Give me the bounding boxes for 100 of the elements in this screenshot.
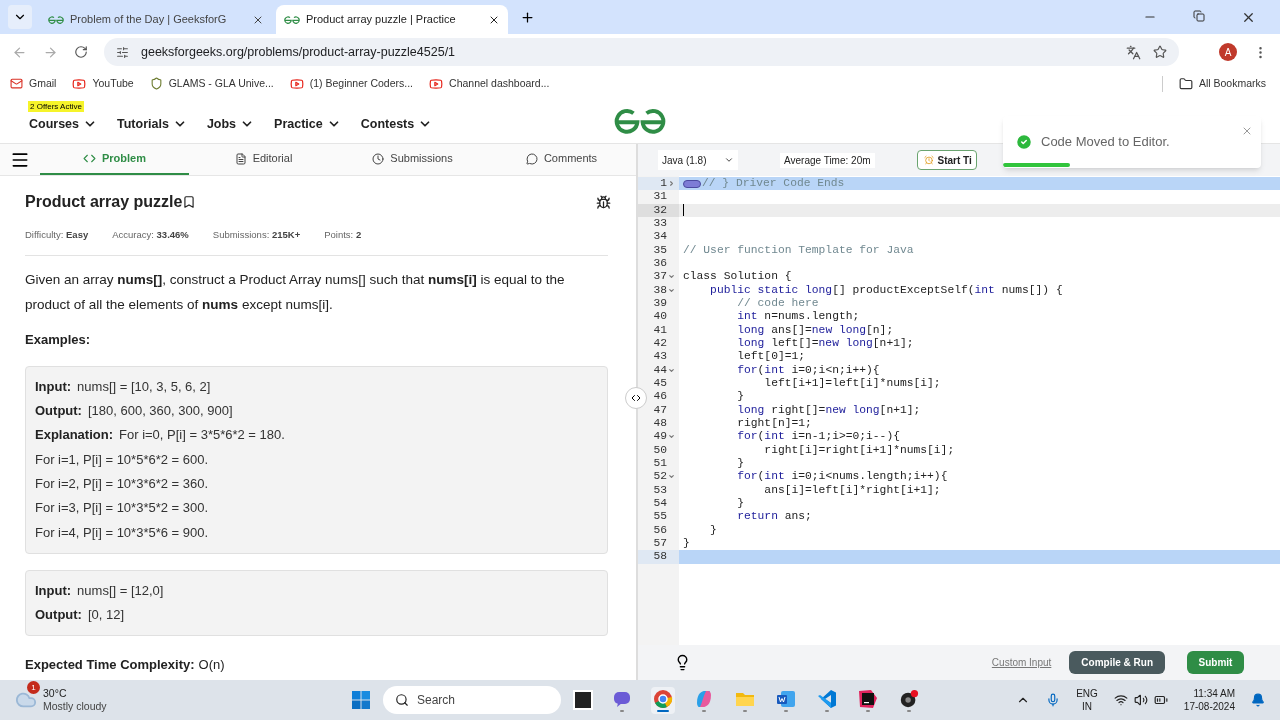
battery-icon[interactable]: [1153, 693, 1168, 707]
recorder-icon[interactable]: [899, 688, 919, 709]
wifi-icon[interactable]: [1113, 693, 1128, 707]
app-indicator: [907, 709, 911, 712]
line-number: 42: [653, 336, 667, 351]
problem-tab[interactable]: Comments: [487, 144, 636, 175]
notification-bell-icon[interactable]: [1251, 693, 1265, 707]
bookmark-icon[interactable]: [182, 195, 197, 209]
problem-tab[interactable]: Editorial: [189, 144, 338, 175]
offers-badge[interactable]: 2 Offers Active: [28, 101, 84, 112]
document-app-icon[interactable]: [776, 688, 796, 709]
problem-stat: Submissions: 215K+: [212, 228, 301, 242]
nav-menu[interactable]: Tutorials: [117, 114, 187, 134]
line-number: 55: [653, 510, 667, 524]
example-value: For i=2, P[i] = 10*3*6*2 = 360.: [35, 474, 209, 493]
reload-icon[interactable]: [74, 45, 88, 59]
example-label: Explanation:: [35, 426, 113, 445]
problem-stat: Accuracy: 33.46%: [112, 228, 189, 242]
site-logo-icon: [284, 13, 300, 26]
restore-icon[interactable]: [1193, 9, 1205, 22]
line-number: 35: [653, 243, 667, 257]
nav-menu[interactable]: Contests: [360, 114, 433, 134]
example-value: nums[] = [12,0]: [77, 581, 164, 600]
start-timer-button[interactable]: Start Ti: [916, 150, 977, 170]
bookmark-star-icon[interactable]: [1153, 45, 1167, 59]
fold-caret-icon[interactable]: [668, 366, 675, 374]
crest-icon: [149, 77, 163, 90]
nav-menu[interactable]: Courses: [29, 114, 98, 134]
code-icon: [83, 152, 96, 165]
line-number: 32: [653, 203, 667, 217]
line-number: 56: [653, 523, 667, 537]
browser-icon[interactable]: [653, 688, 673, 709]
code-text: class Solution {: [683, 270, 792, 284]
example-value: [0, 12]: [87, 606, 125, 625]
line-number: 38: [653, 283, 667, 297]
ide-icon[interactable]: [858, 688, 878, 709]
problem-tab[interactable]: Submissions: [338, 144, 487, 175]
bookmark-item[interactable]: Channel dashboard...: [429, 75, 550, 92]
chat-icon: [525, 152, 538, 165]
alarm-icon: [923, 155, 934, 165]
address-field[interactable]: geeksforgeeks.org/problems/product-array-puzzle4525/1: [104, 38, 1179, 66]
code-text: long left[]=new long[n+1];: [736, 336, 914, 351]
fold-caret-icon[interactable]: [668, 433, 675, 441]
language-select[interactable]: Java (1.8): [658, 150, 738, 170]
translate-icon[interactable]: [1126, 44, 1141, 60]
clock-icon: [372, 152, 385, 165]
bookmark-item[interactable]: (1) Beginner Coders...: [289, 75, 414, 92]
submit-button[interactable]: Submit: [1187, 651, 1244, 674]
fold-caret-icon[interactable]: [668, 473, 675, 481]
code-text: long right[]=new long[n+1];: [736, 403, 921, 417]
input-region[interactable]: IN: [1082, 700, 1092, 713]
app-indicator: [743, 709, 747, 712]
video-icon: [429, 76, 444, 91]
search-field[interactable]: Search: [383, 686, 561, 714]
search-icon: [395, 693, 409, 707]
video-icon: [72, 76, 87, 91]
code-text: right[n]=1;: [736, 416, 812, 431]
code-text: }: [736, 390, 744, 404]
bookmark-item[interactable]: Gmail: [10, 75, 57, 92]
code-text: // code here: [736, 296, 819, 311]
line-number: 49: [653, 430, 667, 444]
code-text: }: [683, 536, 690, 551]
volume-icon[interactable]: [1133, 693, 1148, 707]
profile-avatar[interactable]: A: [1219, 43, 1237, 61]
line-number: 1: [660, 177, 667, 191]
site-settings-icon[interactable]: [116, 45, 129, 59]
input-language[interactable]: ENG: [1076, 687, 1098, 700]
bug-report-icon[interactable]: [596, 194, 611, 210]
app-indicator: [825, 709, 829, 712]
problem-tab[interactable]: Problem: [40, 144, 189, 175]
code-text: }: [709, 523, 717, 537]
mail-icon: [10, 77, 23, 90]
clock-date: 17-08-2024: [1183, 700, 1235, 713]
line-number: 43: [653, 350, 667, 364]
bookmark-item[interactable]: GLAMS - GLA Unive...: [149, 75, 274, 92]
line-number: 58: [653, 550, 667, 564]
browser-tab[interactable]: Product array puzzle | Practice: [276, 5, 508, 34]
custom-input-link[interactable]: Custom Input: [991, 655, 1052, 670]
line-number: 33: [653, 217, 667, 231]
split-handle[interactable]: [625, 387, 647, 409]
code-editor-icon[interactable]: [817, 688, 837, 709]
examples-heading: Examples:: [25, 331, 92, 350]
all-bookmarks-button[interactable]: All Bookmarks: [1178, 75, 1270, 92]
line-number: 54: [653, 496, 667, 511]
nav-menu[interactable]: Practice: [274, 114, 341, 134]
example-value: nums[] = [10, 3, 5, 6, 2]: [77, 377, 211, 396]
nav-menu[interactable]: Jobs: [206, 114, 255, 134]
start-icon[interactable]: [351, 690, 371, 710]
microphone-icon[interactable]: [1046, 693, 1061, 707]
new-tab-icon[interactable]: [520, 9, 535, 25]
bookmark-item[interactable]: YouTube: [72, 75, 134, 92]
task-view-icon[interactable]: [573, 690, 593, 710]
fold-caret-icon[interactable]: [668, 180, 675, 188]
complexity-value: O(n): [198, 656, 225, 675]
problem-stat: Difficulty: Easy: [25, 228, 89, 242]
line-number: 50: [653, 443, 667, 457]
copilot-icon[interactable]: [694, 688, 714, 709]
folded-code-icon[interactable]: [683, 179, 701, 188]
compile-run-button[interactable]: Compile & Run: [1069, 651, 1165, 674]
browser-tab[interactable]: Problem of the Day | GeeksforG: [40, 5, 272, 34]
